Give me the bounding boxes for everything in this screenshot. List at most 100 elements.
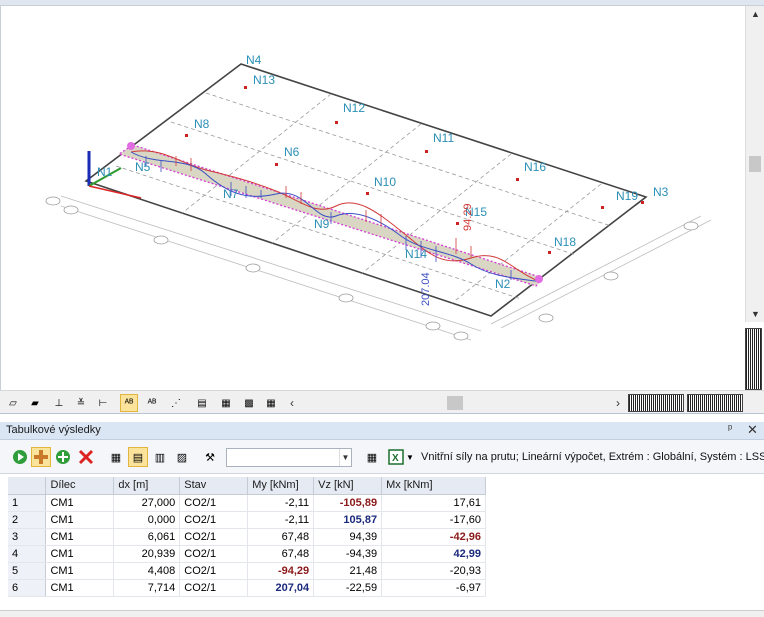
- table-row[interactable]: 2 CM1 0,000 CO2/1 -2,11 105,87 -17,60: [8, 511, 486, 529]
- table-row[interactable]: 3 CM1 6,061 CO2/1 67,48 94,39 -42,96: [8, 528, 486, 546]
- model-viewport[interactable]: N4 N13 N12 N11 N16 N19 N3 N8 N6 N10 N15 …: [0, 6, 745, 390]
- hscroll-thumb[interactable]: [447, 396, 463, 410]
- labels-abc2-icon[interactable]: ᴬᴮ: [143, 394, 161, 412]
- vertical-split-handle[interactable]: [745, 328, 762, 390]
- excel-icon[interactable]: X: [386, 447, 406, 467]
- scroll-up-icon[interactable]: ▲: [746, 6, 764, 22]
- row-number: 1: [8, 494, 47, 512]
- cell-stav: CO2/1: [179, 545, 249, 563]
- split-handle-left[interactable]: [628, 394, 684, 412]
- node-label: N4: [246, 53, 262, 67]
- panel-title: Tabulkové výsledky: [6, 424, 101, 436]
- bars-icon[interactable]: ▨: [172, 447, 192, 467]
- cell-vz: -22,59: [313, 579, 383, 597]
- cell-my: -94,29: [247, 562, 315, 580]
- scroll-thumb[interactable]: [749, 156, 761, 172]
- node-label: N11: [433, 131, 454, 145]
- row-number: 2: [8, 511, 47, 529]
- grid-icon[interactable]: ▩: [240, 394, 258, 412]
- results-panel-header: Tabulkové výsledky ᵖ ✕: [0, 422, 764, 440]
- node-label: N7: [223, 187, 239, 201]
- table-highlight-icon[interactable]: ▤: [128, 447, 148, 467]
- mesh-icon[interactable]: ⋰: [167, 394, 185, 412]
- results-table: Dílec dx [m] Stav My [kNm] Vz [kN] Mx [k…: [8, 477, 486, 597]
- col-header-index[interactable]: [8, 477, 47, 495]
- cell-my: -2,11: [247, 511, 315, 529]
- cell-dx: 0,000: [113, 511, 181, 529]
- node-label: N10: [374, 175, 396, 189]
- cell-my: 67,48: [247, 545, 315, 563]
- horizontal-scrollbar[interactable]: ‹ ›: [285, 394, 625, 412]
- document-icon[interactable]: ▤: [193, 394, 211, 412]
- cell-stav: CO2/1: [179, 562, 249, 580]
- cell-my: 207,04: [247, 579, 315, 597]
- cell-dilec: CM1: [45, 511, 115, 529]
- table-row[interactable]: 1 CM1 27,000 CO2/1 -2,11 -105,89 17,61: [8, 494, 486, 512]
- refresh-icon[interactable]: [10, 447, 30, 467]
- cell-vz: -94,39: [313, 545, 383, 563]
- grid-color-icon[interactable]: ▦: [262, 394, 280, 412]
- cell-dx: 27,000: [113, 494, 181, 512]
- col-header-my[interactable]: My [kNm]: [247, 477, 315, 495]
- split-handle-right[interactable]: [687, 394, 743, 412]
- solid-icon[interactable]: ▰: [26, 394, 44, 412]
- node-label: N19: [616, 189, 638, 203]
- labels-abc-icon[interactable]: ᴬᴮ: [120, 394, 138, 412]
- cell-mx: -42,96: [381, 528, 486, 546]
- loads-icon[interactable]: ≚: [72, 394, 90, 412]
- col-header-dx[interactable]: dx [m]: [113, 477, 181, 495]
- col-header-stav[interactable]: Stav: [179, 477, 249, 495]
- row-number: 4: [8, 545, 47, 563]
- add-icon[interactable]: [31, 447, 51, 467]
- node-label: N8: [194, 117, 210, 131]
- columns-icon[interactable]: ▥: [150, 447, 170, 467]
- table-header-row: Dílec dx [m] Stav My [kNm] Vz [kN] Mx [k…: [8, 477, 486, 495]
- supports-icon[interactable]: ⊥: [50, 394, 68, 412]
- excel-dropdown-icon[interactable]: ▼: [404, 447, 416, 467]
- scroll-left-icon[interactable]: ‹: [285, 394, 299, 412]
- cell-stav: CO2/1: [179, 511, 249, 529]
- node-label: N9: [314, 217, 330, 231]
- cell-vz: -105,89: [313, 494, 383, 512]
- cell-mx: -6,97: [381, 579, 486, 597]
- col-header-mx[interactable]: Mx [kNm]: [381, 477, 486, 495]
- table-icon[interactable]: ▦: [217, 394, 235, 412]
- node-label: N6: [284, 145, 300, 159]
- col-header-dilec[interactable]: Dílec: [45, 477, 115, 495]
- col-header-vz[interactable]: Vz [kN]: [313, 477, 383, 495]
- table-row[interactable]: 5 CM1 4,408 CO2/1 -94,29 21,48 -20,93: [8, 562, 486, 580]
- node-label: N16: [524, 160, 546, 174]
- node-label: N5: [135, 160, 151, 174]
- cell-vz: 105,87: [313, 511, 383, 529]
- cell-dx: 4,408: [113, 562, 181, 580]
- value-label-blue: 207.04: [420, 272, 432, 306]
- table-row[interactable]: 6 CM1 7,714 CO2/1 207,04 -22,59 -6,97: [8, 579, 486, 597]
- table-view-icon[interactable]: ▦: [106, 447, 126, 467]
- node-label: N12: [343, 101, 365, 115]
- vertical-scrollbar[interactable]: ▲ ▼: [745, 6, 764, 322]
- grid-settings-icon[interactable]: ▦: [362, 447, 382, 467]
- diagram-icon[interactable]: ⊢: [94, 394, 112, 412]
- chevron-down-icon[interactable]: ▼: [339, 449, 351, 466]
- cell-dilec: CM1: [45, 545, 115, 563]
- results-toolbar: ▦ ▤ ▥ ▨ ⚒ ▼ ▦ X ▼ Vnitřní síly na prutu;…: [0, 440, 764, 474]
- delete-icon[interactable]: [76, 447, 96, 467]
- wireframe-icon[interactable]: ▱: [4, 394, 22, 412]
- view-toolbar: ▱ ▰ ⊥ ≚ ⊢ ᴬᴮ ᴬᴮ ⋰ ▤ ▦ ▩ ▦ ‹ ›: [0, 390, 764, 414]
- node-label: N3: [653, 185, 669, 199]
- add-green-icon[interactable]: [53, 447, 73, 467]
- cell-my: 67,48: [247, 528, 315, 546]
- value-label-red: 94.29: [462, 203, 474, 231]
- close-icon[interactable]: ✕: [747, 422, 758, 438]
- table-row[interactable]: 4 CM1 20,939 CO2/1 67,48 -94,39 42,99: [8, 545, 486, 563]
- scroll-down-icon[interactable]: ▼: [746, 306, 764, 322]
- cell-mx: -17,60: [381, 511, 486, 529]
- cell-dx: 20,939: [113, 545, 181, 563]
- scroll-right-icon[interactable]: ›: [611, 394, 625, 412]
- cell-stav: CO2/1: [179, 579, 249, 597]
- row-number: 6: [8, 579, 47, 597]
- filter-combo[interactable]: ▼: [226, 448, 352, 467]
- pin-icon[interactable]: ᵖ: [728, 423, 732, 435]
- tool-icon[interactable]: ⚒: [200, 447, 220, 467]
- cell-my: -2,11: [247, 494, 315, 512]
